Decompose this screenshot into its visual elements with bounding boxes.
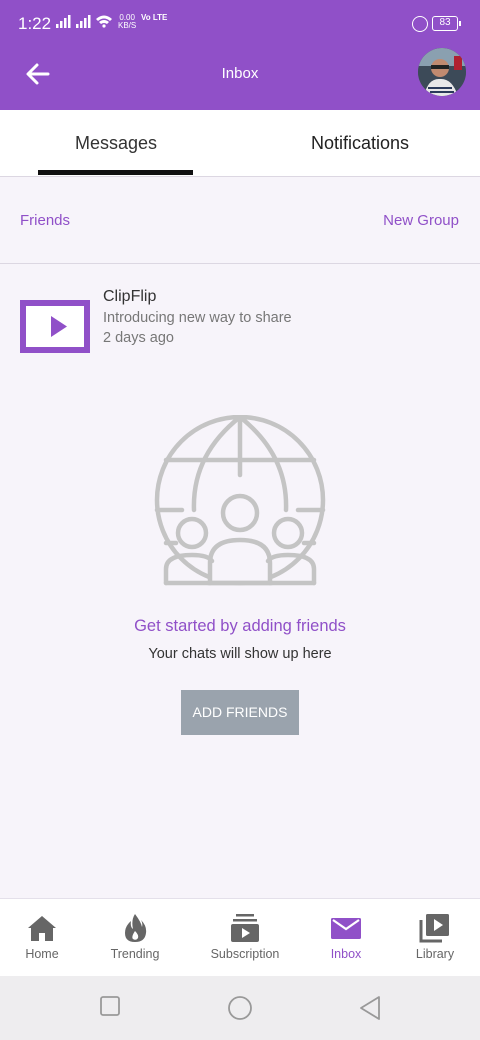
status-time: 1:22 bbox=[18, 14, 52, 33]
app-bar: 1:22 0.00 KB/S Vo LTE 83 Inbox bbox=[0, 0, 480, 110]
lock-icon bbox=[412, 16, 428, 32]
friends-link[interactable]: Friends bbox=[20, 212, 70, 229]
nav-inbox[interactable]: Inbox bbox=[306, 899, 386, 977]
globe-people-icon bbox=[152, 414, 328, 591]
avatar[interactable] bbox=[418, 48, 466, 96]
home-icon bbox=[28, 916, 56, 941]
friends-row: Friends New Group bbox=[0, 177, 480, 264]
active-tab-indicator bbox=[38, 170, 193, 175]
nav-library-label: Library bbox=[415, 947, 455, 961]
nav-home[interactable]: Home bbox=[2, 899, 82, 977]
home-button[interactable] bbox=[227, 995, 253, 1026]
flame-icon bbox=[125, 914, 147, 942]
empty-state-subtitle: Your chats will show up here bbox=[148, 646, 332, 662]
circle-icon bbox=[228, 996, 252, 1020]
status-bar: 1:22 0.00 KB/S Vo LTE 83 bbox=[0, 0, 480, 48]
nav-library[interactable]: Library bbox=[395, 899, 475, 977]
library-icon bbox=[419, 914, 449, 943]
mail-icon bbox=[331, 918, 361, 939]
square-icon bbox=[100, 996, 120, 1016]
nav-subscription[interactable]: Subscription bbox=[200, 899, 290, 977]
add-friends-button[interactable]: ADD FRIENDS bbox=[181, 690, 299, 735]
empty-state-title: Get started by adding friends bbox=[134, 617, 346, 635]
battery-indicator: 83 bbox=[432, 16, 461, 31]
system-navigation-bar bbox=[0, 976, 480, 1040]
message-row[interactable]: ClipFlip Introducing new way to share 2 … bbox=[0, 275, 480, 365]
new-group-link[interactable]: New Group bbox=[383, 212, 459, 229]
message-time: 2 days ago bbox=[103, 330, 174, 346]
tab-notifications[interactable]: Notifications bbox=[240, 110, 480, 177]
signal-icon bbox=[56, 14, 112, 31]
tab-messages[interactable]: Messages bbox=[0, 110, 232, 177]
net-speed-unit: KB/S bbox=[118, 21, 137, 30]
volte-indicator: Vo LTE bbox=[141, 13, 168, 22]
nav-trending[interactable]: Trending bbox=[95, 899, 175, 977]
subscription-icon bbox=[231, 914, 259, 942]
nav-home-label: Home bbox=[25, 947, 59, 961]
recent-apps-button[interactable] bbox=[100, 996, 120, 1021]
message-snippet: Introducing new way to share bbox=[103, 310, 292, 326]
bottom-navigation: Home Trending Subscription Inbox Library bbox=[0, 898, 480, 976]
back-nav-button[interactable] bbox=[358, 995, 382, 1026]
nav-inbox-label: Inbox bbox=[330, 947, 362, 961]
play-icon bbox=[51, 316, 67, 337]
message-sender: ClipFlip bbox=[103, 288, 157, 305]
nav-subscription-label: Subscription bbox=[210, 947, 280, 961]
net-speed: 0.00 KB/S bbox=[118, 14, 136, 30]
nav-trending-label: Trending bbox=[110, 947, 160, 961]
page-title: Inbox bbox=[221, 65, 259, 82]
triangle-back-icon bbox=[360, 996, 380, 1020]
inbox-tabs: Messages Notifications bbox=[0, 110, 480, 177]
message-thumbnail bbox=[20, 300, 90, 353]
